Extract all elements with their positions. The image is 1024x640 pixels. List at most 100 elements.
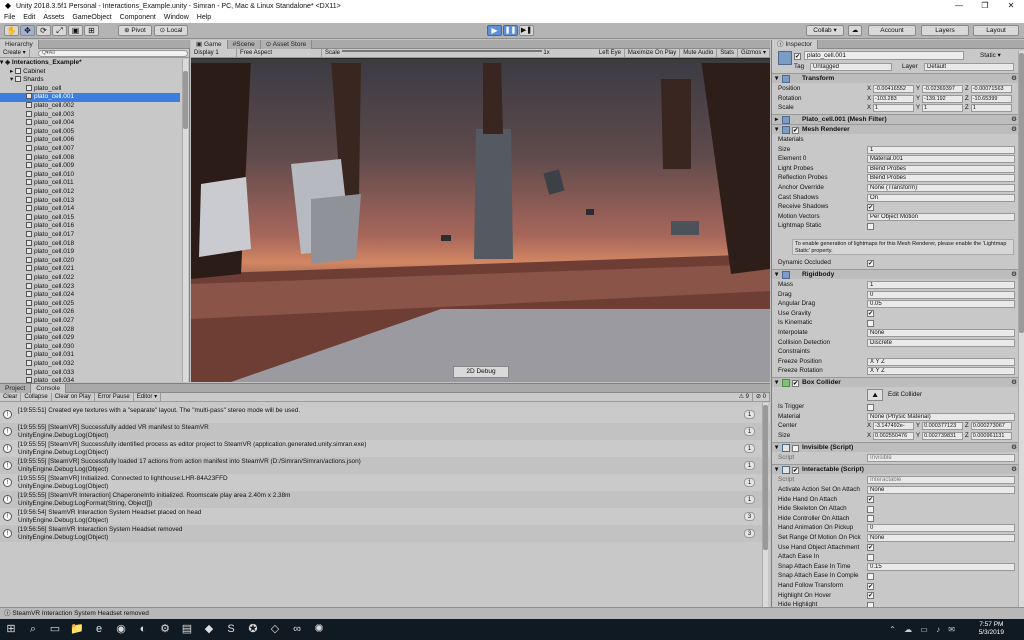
box-collider-header[interactable]: ▾ ✔ Box Collider ⚙ [772,377,1024,387]
property-field[interactable]: Blend Probes [867,164,1015,173]
property-field[interactable]: Discrete [867,338,1015,347]
hierarchy-item[interactable]: plato_cell.016 [0,222,180,231]
scale-slider[interactable] [341,50,542,52]
warning-filter[interactable]: ⚠ 9 [736,393,753,401]
rigidbody-header[interactable]: ▾ Rigidbody ⚙ [772,269,1024,279]
property-field[interactable]: None (Transform) [867,184,1015,192]
hierarchy-item[interactable]: plato_cell.017 [0,231,180,240]
scale-y[interactable]: 1 [922,104,964,113]
layers-dropdown[interactable]: Layers [921,25,969,36]
scene-row[interactable]: ▾ ◈ Interactions_Example* [0,59,180,68]
play-button[interactable]: ▶ [487,25,502,36]
property-checkbox[interactable] [867,319,874,327]
tab-asset-store[interactable]: ⊙ Asset Store [260,40,313,49]
hierarchy-item[interactable]: plato_cell.005 [0,127,180,137]
tab-hierarchy[interactable]: Hierarchy [0,40,39,49]
rotation-y[interactable]: -139.192 [922,94,964,103]
inspector-scrollbar[interactable] [1018,51,1024,607]
gizmos-dropdown[interactable]: Gizmos ▾ [738,49,770,57]
tab-inspector[interactable]: ⓘ Inspector [772,40,819,49]
property-checkbox[interactable] [867,222,874,230]
property-checkbox[interactable]: ✔ [867,544,874,552]
maximize-on-play-toggle[interactable]: Maximize On Play [625,49,681,57]
clear-on-play-toggle[interactable]: Clear on Play [52,393,95,401]
file-explorer-icon[interactable]: 📁 [66,619,88,640]
property-field[interactable]: Per Object Motion [867,212,1015,221]
local-toggle[interactable]: ⊙ Local [154,25,188,36]
property-field[interactable]: 0.05 [867,300,1015,309]
eye-dropdown[interactable]: Left Eye [596,49,625,57]
hierarchy-item[interactable]: plato_cell.020 [0,256,180,266]
menu-file[interactable]: File [4,14,15,21]
hierarchy-scroll-thumb[interactable] [183,71,188,129]
property-checkbox[interactable] [867,505,874,513]
firefox-icon[interactable]: ◐ [132,619,154,640]
error-pause-toggle[interactable]: Error Pause [95,393,134,401]
scale-x[interactable]: 1 [873,104,915,113]
hierarchy-item[interactable]: plato_cell.009 [0,162,180,171]
size-z[interactable]: 0.000961131 [970,431,1012,440]
hierarchy-item[interactable]: plato_cell.019 [0,248,180,257]
hierarchy-item[interactable]: plato_cell.011 [0,179,180,188]
property-checkbox[interactable] [867,515,874,523]
scale-tool-icon[interactable]: ⤢ [52,25,67,36]
static-toggle[interactable]: Static ▾ [980,51,1001,61]
property-checkbox[interactable] [867,601,874,607]
hierarchy-item[interactable]: plato_cell.004 [0,119,180,128]
property-field[interactable]: Blend Probes [867,174,1015,183]
step-button[interactable]: ▶❚ [519,25,534,36]
hierarchy-item[interactable]: plato_cell.028 [0,325,180,335]
center-z[interactable]: 0.000273067 [970,422,1012,431]
gear-icon[interactable]: ⚙ [1011,125,1017,135]
blender-alt-icon[interactable]: ✺ [308,619,330,640]
mute-audio-toggle[interactable]: Mute Audio [680,49,718,57]
hierarchy-item[interactable]: plato_cell.024 [0,291,180,300]
mesh-renderer-header[interactable]: ▾ ✔ Mesh Renderer ⚙ [772,124,1024,134]
blender-icon[interactable]: ✪ [242,619,264,640]
console-entry[interactable]: ! [19:56:54] SteamVR Interaction System H… [0,508,770,525]
hierarchy-item[interactable]: plato_cell.007 [0,145,180,154]
hierarchy-item[interactable]: plato_cell.015 [0,213,180,223]
console-entry[interactable]: ! [19:55:55] [SteamVR Interaction] Chaper… [0,491,770,508]
close-icon[interactable]: ✕ [998,0,1024,12]
transform-tool-icon[interactable]: ⊞ [84,25,99,36]
visual-studio-icon[interactable]: ∞ [286,619,308,640]
tab-project[interactable]: Project [0,384,32,393]
invisible-script-header[interactable]: ▾ Invisible (Script) ⚙ [772,442,1024,452]
property-field[interactable]: Material.001 [867,155,1015,164]
console-entry[interactable]: ! [19:55:51] Created eye textures with a … [0,406,770,423]
layout-dropdown[interactable]: Layout [973,25,1019,36]
transform-header[interactable]: ▾ Transform ⚙ [772,73,1024,83]
stats-toggle[interactable]: Stats [717,49,738,57]
hierarchy-item[interactable]: plato_cell.032 [0,360,180,369]
gear-icon[interactable]: ⚙ [1011,443,1017,453]
maximize-icon[interactable]: ❐ [972,0,998,12]
gear-icon[interactable]: ⚙ [1011,378,1017,388]
position-z[interactable]: -0.00071563 [970,85,1012,93]
inspector-scroll-thumb[interactable] [1019,53,1024,333]
hierarchy-search-input[interactable]: Q▾All [37,49,188,57]
property-field[interactable]: X Y Z [867,367,1015,376]
error-filter[interactable]: ⊘ 0 [753,393,770,401]
steam-icon[interactable]: ⚙ [154,619,176,640]
menu-assets[interactable]: Assets [43,14,64,21]
interactable-script-header[interactable]: ▾ ✔ Interactable (Script) ⚙ [772,464,1024,474]
windows-start-icon[interactable]: ⊞ [0,619,22,640]
property-field[interactable]: 0.15 [867,562,1015,571]
hierarchy-item[interactable]: plato_cell.013 [0,196,180,206]
property-checkbox[interactable]: ✔ [867,203,874,211]
unity-app-icon[interactable]: ◆ [198,619,220,640]
invisible-enabled-checkbox[interactable] [792,444,799,452]
pause-button[interactable]: ❚❚ [503,25,518,36]
cloud-icon[interactable]: ☁ [848,25,862,36]
hierarchy-item[interactable]: plato_cell.033 [0,368,180,378]
center-x[interactable]: -3.147492e- [873,422,915,431]
menu-window[interactable]: Window [164,14,189,21]
edge-icon[interactable]: e [88,619,110,640]
hierarchy-item[interactable]: plato_cell.021 [0,265,180,274]
shards-row[interactable]: ▾ Shards [0,76,180,85]
pivot-toggle[interactable]: ⊕ Pivot [118,25,152,36]
interactable-enabled-checkbox[interactable]: ✔ [792,466,799,474]
hierarchy-item[interactable]: plato_cell.027 [0,317,180,326]
scale-control[interactable]: Scale 1x [322,49,582,57]
